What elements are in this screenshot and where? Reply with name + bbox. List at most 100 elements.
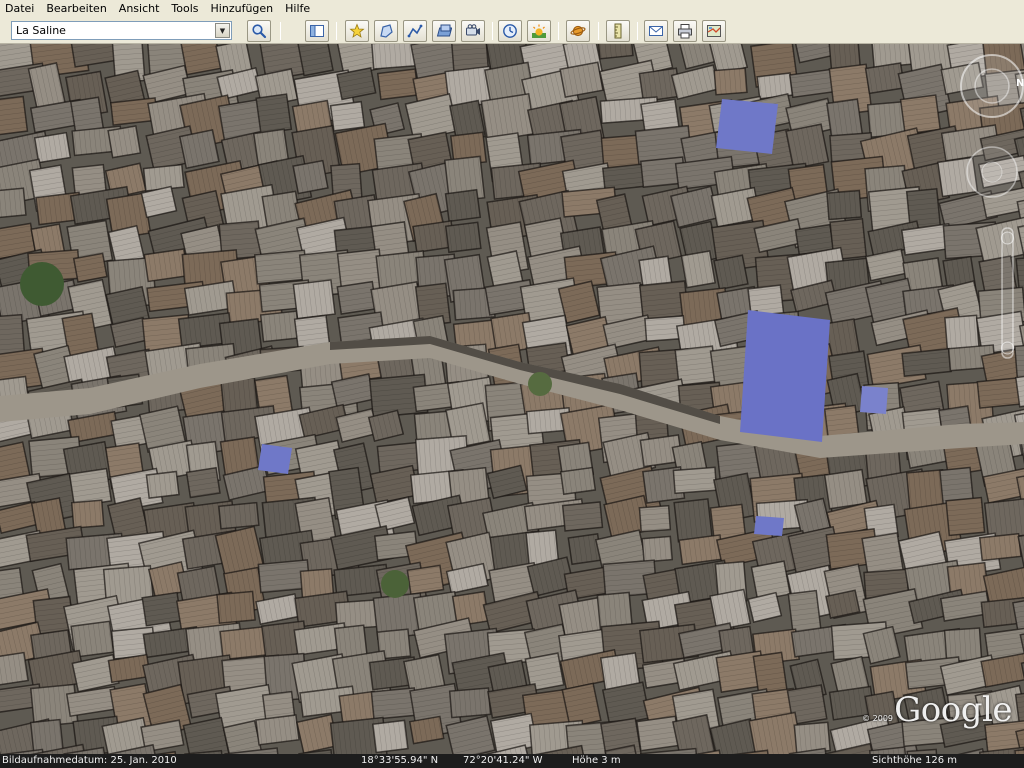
roof-texture xyxy=(186,467,220,498)
copyright-text: © 2009 xyxy=(862,714,893,723)
roof-texture xyxy=(293,279,336,319)
tree xyxy=(20,262,64,306)
menu-tools[interactable]: Tools xyxy=(165,0,204,18)
roof-texture xyxy=(979,533,1022,561)
roof-texture xyxy=(256,94,292,134)
roof-texture xyxy=(826,190,862,220)
north-indicator-icon: N xyxy=(1016,78,1024,89)
move-joystick[interactable] xyxy=(966,146,1018,198)
navigation-controls: N xyxy=(960,54,1024,359)
roof-texture xyxy=(377,69,419,100)
menu-bearbeiten[interactable]: Bearbeiten xyxy=(40,0,112,18)
zoom-out-icon[interactable] xyxy=(1001,341,1014,355)
status-bar: Bildaufnahmedatum: 25. Jan. 2010 18°33'5… xyxy=(0,754,1024,768)
roof-texture xyxy=(108,126,141,158)
sidebar-toggle-icon xyxy=(310,25,324,37)
roof-texture xyxy=(179,129,220,169)
roof-texture xyxy=(71,500,104,529)
toolbar-separator xyxy=(558,22,559,40)
blue-tarp xyxy=(740,310,830,442)
google-logo: Google xyxy=(894,690,1012,730)
roof-texture xyxy=(713,255,748,290)
email-button[interactable] xyxy=(644,20,668,42)
menu-bar: Datei Bearbeiten Ansicht Tools Hinzufüge… xyxy=(0,0,1024,18)
ruler-button[interactable] xyxy=(606,20,630,42)
sunlight-button[interactable] xyxy=(527,20,551,42)
roof-texture xyxy=(639,505,671,532)
record-tour-button[interactable] xyxy=(461,20,485,42)
roof-texture xyxy=(34,132,71,163)
map-view[interactable]: © 2009 Google N xyxy=(0,44,1024,754)
menu-hinzufuegen[interactable]: Hinzufügen xyxy=(205,0,280,18)
record-tour-icon xyxy=(466,24,480,36)
roof-texture xyxy=(218,502,259,529)
add-image-overlay-icon xyxy=(436,24,452,37)
roof-texture xyxy=(255,714,300,745)
aerial-imagery xyxy=(0,44,1024,754)
search-icon xyxy=(252,24,267,39)
add-polygon-icon xyxy=(380,24,393,38)
switch-planet-icon xyxy=(570,25,586,37)
roof-texture xyxy=(944,628,982,662)
roof-texture xyxy=(0,188,26,218)
historical-imagery-icon xyxy=(503,24,517,38)
blue-tarp xyxy=(860,386,888,414)
roof-texture xyxy=(216,591,256,624)
roof-texture xyxy=(681,251,716,288)
location-search-field[interactable]: La Saline ▼ xyxy=(11,21,232,40)
roof-texture xyxy=(0,96,28,135)
location-search-value: La Saline xyxy=(16,24,66,37)
roof-texture xyxy=(642,536,673,562)
roof-texture xyxy=(293,160,328,194)
roof-texture xyxy=(0,652,29,686)
roof-texture xyxy=(142,592,182,626)
menu-hilfe[interactable]: Hilfe xyxy=(279,0,316,18)
add-placemark-button[interactable] xyxy=(345,20,369,42)
roof-texture xyxy=(337,281,377,314)
search-button[interactable] xyxy=(247,20,271,42)
roof-texture xyxy=(445,189,481,222)
roof-texture xyxy=(562,501,603,531)
zoom-in-icon[interactable] xyxy=(1001,231,1014,245)
roof-texture xyxy=(673,467,717,494)
roof-texture xyxy=(143,164,185,191)
look-joystick[interactable]: N xyxy=(960,54,1024,118)
email-icon xyxy=(649,26,663,36)
google-earth-window: Datei Bearbeiten Ansicht Tools Hinzufüge… xyxy=(0,0,1024,768)
toolbar-separator xyxy=(598,22,599,40)
dropdown-arrow-icon[interactable]: ▼ xyxy=(215,23,230,38)
roof-texture xyxy=(298,44,334,76)
roof-texture xyxy=(30,719,64,754)
historical-imagery-button[interactable] xyxy=(498,20,522,42)
add-polygon-button[interactable] xyxy=(374,20,398,42)
menu-datei[interactable]: Datei xyxy=(0,0,40,18)
roof-texture xyxy=(714,68,747,95)
view-in-maps-button[interactable] xyxy=(702,20,726,42)
add-image-overlay-button[interactable] xyxy=(432,20,456,42)
roof-texture xyxy=(786,124,829,169)
switch-planet-button[interactable] xyxy=(566,20,590,42)
blue-tarp xyxy=(716,99,778,154)
ruler-icon xyxy=(614,23,622,39)
sunlight-icon xyxy=(532,24,546,38)
print-icon xyxy=(678,24,692,39)
roof-texture xyxy=(330,101,365,131)
toolbar-separator xyxy=(336,22,337,40)
roof-texture xyxy=(674,498,713,542)
roof-texture xyxy=(824,469,867,509)
tree xyxy=(528,372,552,396)
menu-ansicht[interactable]: Ansicht xyxy=(113,0,166,18)
sidebar-toggle-button[interactable] xyxy=(305,20,329,42)
roof-texture xyxy=(407,565,444,595)
view-in-maps-icon xyxy=(707,25,721,37)
add-path-button[interactable] xyxy=(403,20,427,42)
toolbar-separator xyxy=(280,22,281,40)
roof-texture xyxy=(449,688,491,718)
print-button[interactable] xyxy=(673,20,697,42)
blue-tarp xyxy=(754,516,784,536)
roof-texture xyxy=(146,471,179,499)
zoom-slider[interactable] xyxy=(1001,227,1014,359)
roof-texture xyxy=(602,164,646,191)
elevation-readout: Höhe 3 m xyxy=(572,755,621,766)
add-path-icon xyxy=(407,24,423,38)
